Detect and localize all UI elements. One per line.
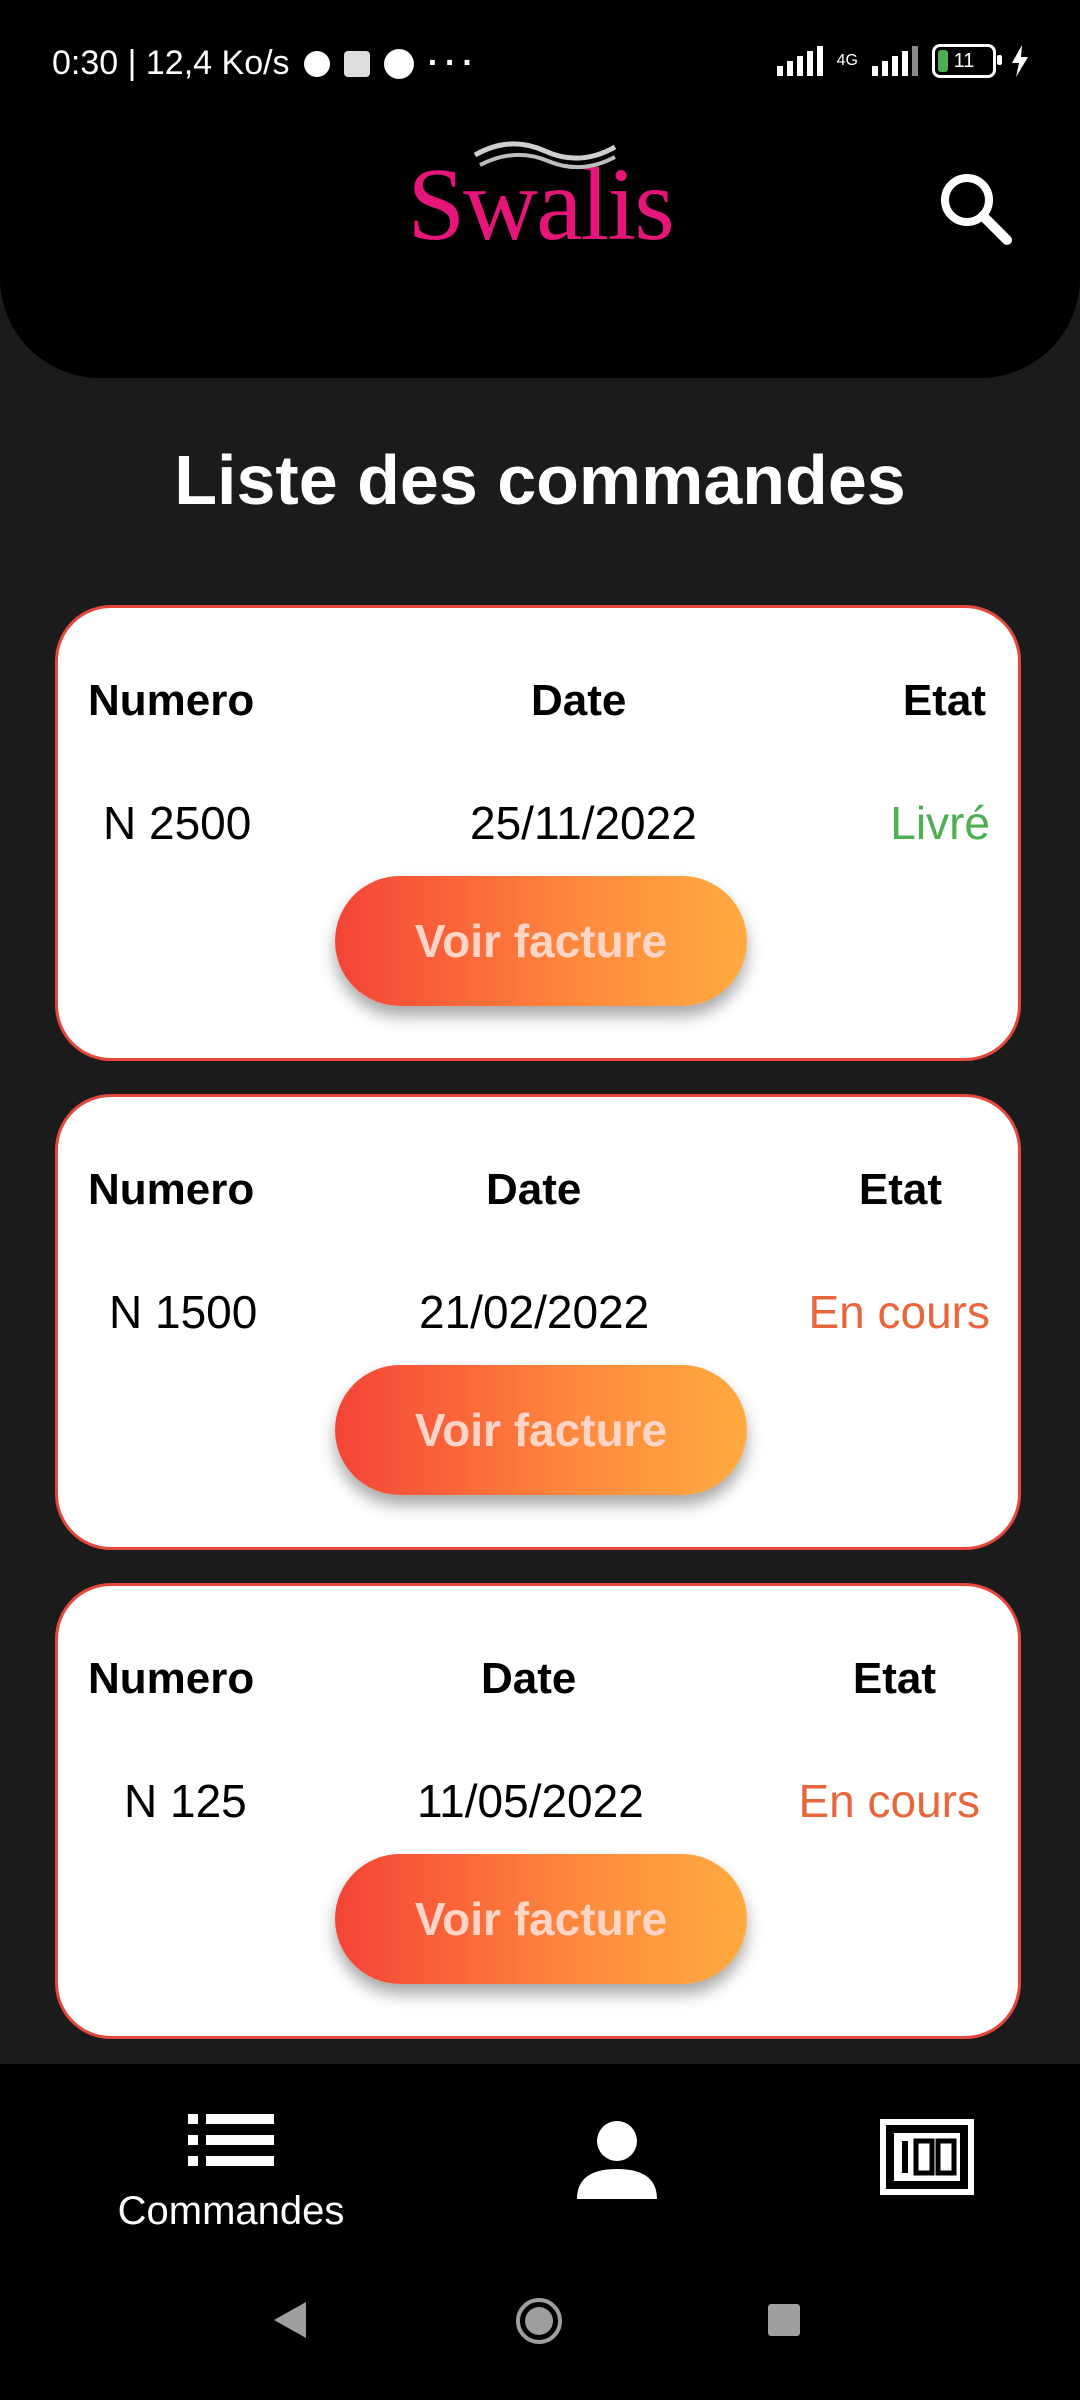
order-number: N 125 (124, 1775, 247, 1827)
header-date: Date (481, 1654, 577, 1703)
nav-counter[interactable] (880, 2119, 974, 2200)
counter-icon (880, 2119, 974, 2195)
battery-level: 11 (953, 49, 975, 72)
nav-profile[interactable] (575, 2119, 659, 2204)
header-numero: Numero (88, 676, 255, 725)
header-numero: Numero (88, 1654, 255, 1703)
network-type: 4G (836, 52, 858, 69)
header-etat: Etat (858, 1165, 942, 1214)
signal-2-icon (872, 46, 918, 76)
header-date: Date (486, 1165, 582, 1214)
back-icon[interactable] (272, 2300, 308, 2340)
order-card: Numero Date Etat N 2500 25/11/2022 Livré… (55, 605, 1021, 1061)
page-title: Liste des commandes (174, 441, 906, 519)
voir-facture-button[interactable]: Voir facture (335, 1854, 747, 1984)
search-icon[interactable] (935, 168, 1015, 248)
app-notification-icon (383, 48, 414, 79)
order-status: En cours (798, 1775, 980, 1827)
header-date: Date (531, 676, 627, 725)
person-icon (577, 2121, 657, 2199)
order-card: Numero Date Etat N 1500 21/02/2022 En co… (55, 1094, 1021, 1550)
logo-waves-icon (473, 141, 617, 170)
order-status: Livré (890, 797, 990, 849)
system-navigation-bar (0, 2244, 1080, 2400)
list-icon (188, 2114, 274, 2166)
charging-icon (1012, 45, 1028, 77)
status-time-speed: 0:30 | 12,4 Ko/s (52, 44, 290, 82)
order-card: Numero Date Etat N 125 11/05/2022 En cou… (55, 1583, 1021, 2039)
battery-icon: 11 (932, 44, 1002, 78)
mosque-icon (343, 50, 370, 77)
header-etat: Etat (852, 1654, 936, 1703)
order-date: 11/05/2022 (417, 1775, 644, 1827)
messenger-icon (303, 50, 330, 77)
header-etat: Etat (902, 676, 986, 725)
nav-commandes[interactable]: Commandes (100, 2114, 362, 2234)
swalis-logo: Swalis (0, 141, 1080, 264)
more-notifications: ··· (427, 44, 480, 82)
order-date: 25/11/2022 (470, 797, 697, 849)
order-status: En cours (808, 1286, 990, 1338)
voir-facture-button[interactable]: Voir facture (335, 876, 747, 1006)
voir-facture-button[interactable]: Voir facture (335, 1365, 747, 1495)
status-bar: 0:30 | 12,4 Ko/s ··· 4G 11 (0, 0, 1080, 130)
order-number: N 1500 (109, 1286, 258, 1338)
signal-icon (776, 46, 823, 76)
header-numero: Numero (88, 1165, 255, 1214)
order-date: 21/02/2022 (419, 1286, 650, 1338)
order-number: N 2500 (103, 797, 252, 849)
recents-icon[interactable] (766, 2302, 802, 2338)
bottom-navigation: Commandes (0, 2064, 1080, 2244)
nav-commandes-label: Commandes (117, 2189, 345, 2233)
home-icon[interactable] (514, 2296, 564, 2346)
